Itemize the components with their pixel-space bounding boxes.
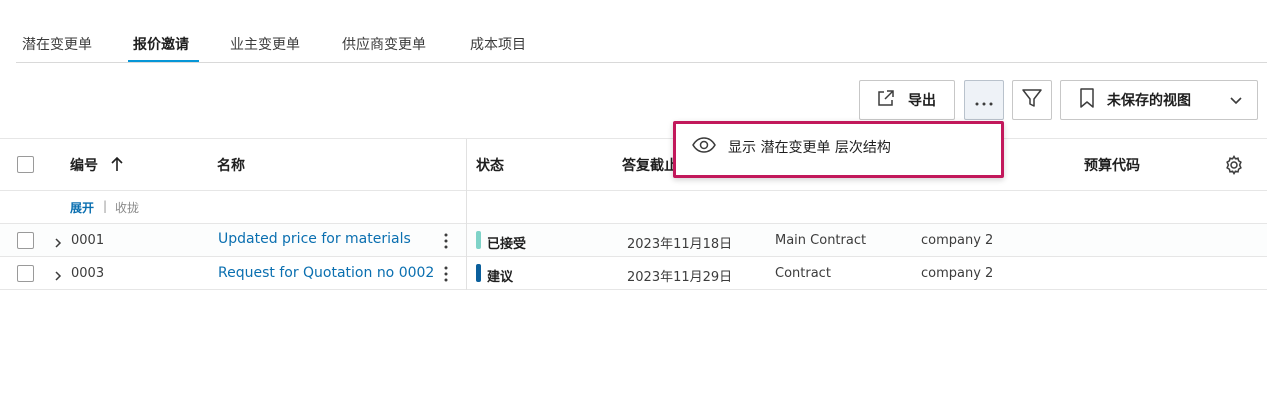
collapse-all-link[interactable]: 收拢 [115,199,139,216]
column-header-number[interactable]: 编号 [70,155,98,175]
expand-all-link[interactable]: 展开 [70,199,94,216]
sort-ascending-icon[interactable] [110,155,124,177]
filter-icon [1021,87,1043,113]
column-header-name[interactable]: 名称 [217,155,245,175]
separator: | [103,199,108,213]
row-contract: Main Contract [775,233,867,248]
row-company: company 2 [921,233,994,248]
ellipsis-icon [975,91,993,110]
row-actions-icon[interactable] [440,265,452,283]
row-due-date: 2023年11月18日 [627,237,733,252]
tab-supplier-change-orders[interactable]: 供应商变更单 [342,34,426,54]
tab-rfq[interactable]: 报价邀请 [133,34,189,54]
view-label: 未保存的视图 [1107,93,1191,109]
tab-cost-items[interactable]: 成本项目 [470,34,526,54]
chevron-down-icon [1229,93,1243,112]
row-border [0,289,1267,290]
export-button[interactable]: 导出 [859,80,955,120]
column-divider [466,139,467,290]
status-label: 已接受 [487,237,527,252]
gear-icon[interactable] [1224,155,1244,179]
select-all-checkbox[interactable] [17,156,34,173]
column-header-status[interactable]: 状态 [476,155,504,175]
show-hierarchy-label: 显示 潜在变更单 层次结构 [728,140,891,156]
tab-potential-change-orders[interactable]: 潜在变更单 [22,34,92,54]
row-name-link[interactable]: Request for Quotation no 0002 [218,265,434,281]
row-border [0,256,1267,257]
chevron-right-icon[interactable] [53,267,63,286]
more-options-button[interactable] [964,80,1004,120]
bookmark-icon [1079,88,1095,112]
status-indicator [476,231,481,249]
active-tab-indicator [128,60,199,62]
more-options-menu: 显示 潜在变更单 层次结构 [673,121,1004,178]
filter-button[interactable] [1012,80,1052,120]
tab-owner-change-orders[interactable]: 业主变更单 [230,34,300,54]
share-icon [876,88,896,112]
row-due-date: 2023年11月29日 [627,270,733,285]
tab-bar: 潜在变更单 报价邀请 业主变更单 供应商变更单 成本项目 [16,28,1267,63]
row-checkbox[interactable] [17,232,34,249]
row-number: 0003 [71,266,105,281]
header-bottom-border [0,190,1267,191]
row-checkbox[interactable] [17,265,34,282]
table-top-border [0,138,1267,139]
chevron-right-icon[interactable] [53,234,63,253]
row-actions-icon[interactable] [440,232,452,250]
saved-view-dropdown[interactable]: 未保存的视图 [1060,80,1258,120]
status-indicator [476,264,481,282]
column-header-budget-code[interactable]: 预算代码 [1084,155,1140,175]
row-contract: Contract [775,266,831,281]
row-company: company 2 [921,266,994,281]
export-label: 导出 [908,93,936,109]
status-label: 建议 [487,270,514,285]
row-number: 0001 [71,233,105,248]
show-hierarchy-menu-item[interactable]: 显示 潜在变更单 层次结构 [692,137,891,157]
column-header-due-date[interactable]: 答复截止 [622,155,678,175]
eye-icon [692,137,716,157]
row-name-link[interactable]: Updated price for materials [218,231,411,247]
